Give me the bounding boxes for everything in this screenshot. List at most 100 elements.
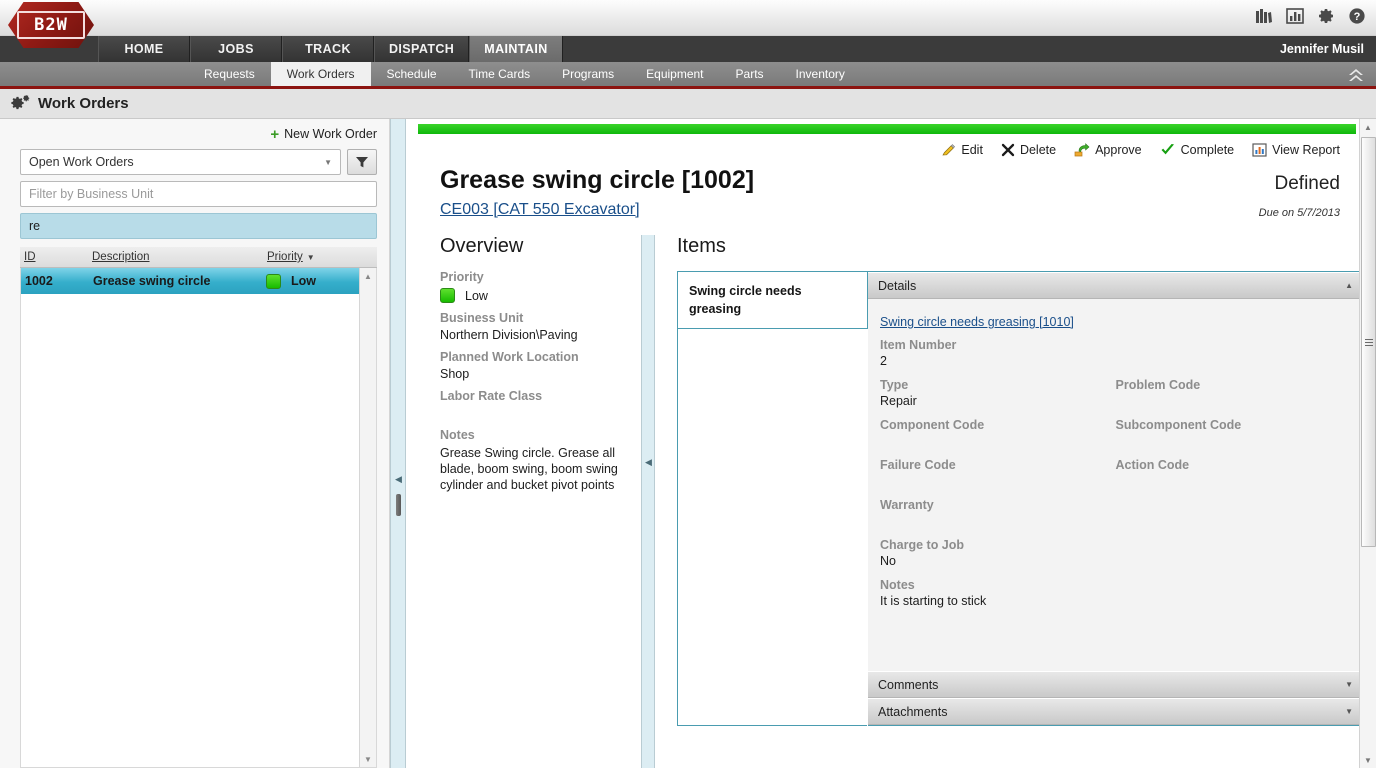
logo-hexagon: B2W bbox=[8, 2, 94, 48]
accordion-comments-label: Comments bbox=[878, 677, 939, 692]
action-toolbar: Edit Delete Approve Complete View Report bbox=[406, 134, 1376, 166]
failure-code-label: Failure Code bbox=[880, 458, 956, 472]
approve-button[interactable]: Approve bbox=[1074, 142, 1142, 158]
scroll-up-icon[interactable]: ▲ bbox=[1360, 119, 1376, 135]
edit-button[interactable]: Edit bbox=[941, 143, 983, 158]
priority-swatch bbox=[266, 273, 281, 289]
complete-label: Complete bbox=[1180, 143, 1235, 157]
business-unit-filter-input[interactable]: Filter by Business Unit bbox=[20, 181, 377, 207]
search-input[interactable]: re bbox=[20, 213, 377, 239]
help-icon[interactable]: ? bbox=[1348, 7, 1366, 25]
equipment-link[interactable]: CE003 [CAT 550 Excavator] bbox=[440, 201, 640, 219]
subnav-equipment[interactable]: Equipment bbox=[630, 62, 719, 86]
overview-notes-value: Grease Swing circle. Grease all blade, b… bbox=[440, 446, 618, 492]
view-report-button[interactable]: View Report bbox=[1252, 143, 1340, 157]
collapse-left-icon[interactable]: ◀ bbox=[395, 474, 402, 485]
items-heading: Items bbox=[677, 235, 726, 257]
overview-panel: Overview Priority Low Business Unit Nort… bbox=[406, 235, 641, 768]
app-logo[interactable]: B2W bbox=[8, 2, 94, 48]
work-order-list: 1002 Grease swing circle Low ▲ ▼ bbox=[20, 268, 377, 768]
subnav-inventory[interactable]: Inventory bbox=[780, 62, 861, 86]
planned-work-location-label: Planned Work Location bbox=[440, 350, 579, 364]
warranty-value bbox=[880, 514, 1351, 529]
work-order-list-header: ID Description Priority ▼ bbox=[20, 247, 377, 268]
library-icon[interactable] bbox=[1255, 7, 1273, 25]
edit-label: Edit bbox=[961, 143, 983, 157]
top-icon-bar: ? bbox=[1255, 7, 1366, 25]
accordion-details-header[interactable]: Details ▲ bbox=[868, 272, 1363, 299]
gear-icon[interactable] bbox=[1317, 7, 1335, 25]
column-header-id[interactable]: ID bbox=[24, 251, 36, 263]
page-header: Work Orders bbox=[0, 89, 1376, 119]
accordion-attachments-header[interactable]: Attachments ▼ bbox=[868, 698, 1363, 725]
work-order-view-select[interactable]: Open Work Orders ▼ bbox=[20, 149, 341, 175]
subnav-time-cards[interactable]: Time Cards bbox=[453, 62, 547, 86]
sort-desc-icon: ▼ bbox=[306, 252, 315, 262]
subnav-work-orders[interactable]: Work Orders bbox=[270, 62, 371, 86]
business-unit-value: Northern Division\Paving bbox=[440, 328, 578, 342]
nav-tab-maintain[interactable]: MAINTAIN bbox=[469, 36, 563, 62]
overview-splitter[interactable]: ◀ bbox=[641, 235, 655, 768]
funnel-icon bbox=[356, 157, 368, 168]
collapse-chevron-up-icon[interactable] bbox=[1344, 64, 1368, 86]
subnav-schedule[interactable]: Schedule bbox=[371, 62, 453, 86]
charge-to-job-value: No bbox=[880, 554, 896, 568]
detail-row-charge: Charge to Job No bbox=[880, 529, 1351, 569]
complete-button[interactable]: Complete bbox=[1160, 143, 1235, 157]
subnav-requests[interactable]: Requests bbox=[188, 62, 271, 86]
item-notes-label: Notes bbox=[880, 578, 915, 592]
nav-tab-home[interactable]: HOME bbox=[98, 36, 190, 62]
item-tab[interactable]: Swing circle needs greasing bbox=[678, 272, 868, 329]
overview-notes-label: Notes bbox=[440, 428, 475, 442]
priority-row: Low bbox=[440, 288, 641, 303]
subcomponent-code-label: Subcomponent Code bbox=[1115, 418, 1242, 432]
overview-heading: Overview bbox=[440, 235, 524, 257]
main-navigation: HOME JOBS TRACK DISPATCH MAINTAIN Jennif… bbox=[0, 36, 1376, 62]
table-row[interactable]: 1002 Grease swing circle Low bbox=[21, 268, 376, 294]
item-detail-accordion: Details ▲ Swing circle needs greasing [1… bbox=[868, 272, 1363, 725]
detail-row-component: Component Code Subcomponent Code bbox=[880, 409, 1351, 449]
delete-button[interactable]: Delete bbox=[1001, 143, 1056, 157]
failure-code-value bbox=[880, 474, 1116, 489]
nav-tab-jobs[interactable]: JOBS bbox=[190, 36, 282, 62]
subnav-programs[interactable]: Programs bbox=[546, 62, 630, 86]
column-header-description[interactable]: Description bbox=[92, 251, 150, 263]
filter-button[interactable] bbox=[347, 149, 377, 175]
scroll-up-icon[interactable]: ▲ bbox=[360, 268, 376, 284]
thumb-grip bbox=[1364, 338, 1373, 346]
accordion-comments-header[interactable]: Comments ▼ bbox=[868, 671, 1363, 698]
priority-label: Priority bbox=[440, 270, 484, 284]
work-order-sub-row: CE003 [CAT 550 Excavator] Due on 5/7/201… bbox=[406, 195, 1376, 219]
detail-row-failure: Failure Code Action Code bbox=[880, 449, 1351, 489]
scroll-down-icon[interactable]: ▼ bbox=[1360, 752, 1376, 768]
nav-tab-dispatch[interactable]: DISPATCH bbox=[374, 36, 470, 62]
splitter-grip[interactable] bbox=[396, 494, 401, 516]
column-header-priority[interactable]: Priority bbox=[267, 251, 303, 263]
sidebar-splitter[interactable]: ◀ bbox=[390, 119, 406, 768]
nav-tab-track[interactable]: TRACK bbox=[282, 36, 374, 62]
due-date: Due on 5/7/2013 bbox=[1258, 207, 1340, 219]
business-unit-placeholder: Filter by Business Unit bbox=[29, 187, 154, 201]
charge-to-job-label: Charge to Job bbox=[880, 538, 965, 552]
list-scrollbar[interactable]: ▲ ▼ bbox=[359, 268, 376, 767]
user-name[interactable]: Jennifer Musil bbox=[1280, 36, 1364, 62]
labor-rate-class-value bbox=[440, 406, 641, 420]
scrollbar-thumb[interactable] bbox=[1361, 137, 1376, 547]
subnav-parts[interactable]: Parts bbox=[720, 62, 780, 86]
scroll-down-icon[interactable]: ▼ bbox=[360, 751, 376, 767]
items-container: Swing circle needs greasing Details ▲ Sw… bbox=[677, 271, 1364, 768]
item-number-label: Item Number bbox=[880, 338, 957, 352]
item-link[interactable]: Swing circle needs greasing [1010] bbox=[880, 315, 1074, 329]
page-scrollbar[interactable]: ▲ ▼ bbox=[1359, 119, 1376, 768]
item-notes-value: It is starting to stick bbox=[880, 594, 987, 608]
detail-row-item-number: Item Number 2 bbox=[880, 338, 1351, 369]
accordion-attachments-label: Attachments bbox=[878, 704, 948, 719]
type-label: Type bbox=[880, 378, 909, 392]
priority-value: Low bbox=[465, 288, 488, 303]
delete-label: Delete bbox=[1019, 143, 1057, 157]
chevron-down-icon: ▼ bbox=[1345, 707, 1353, 716]
new-work-order-button[interactable]: + New Work Order bbox=[0, 119, 389, 149]
work-order-status: Defined bbox=[1274, 173, 1341, 194]
reports-chart-icon[interactable] bbox=[1286, 7, 1304, 25]
collapse-left-icon[interactable]: ◀ bbox=[645, 457, 652, 468]
